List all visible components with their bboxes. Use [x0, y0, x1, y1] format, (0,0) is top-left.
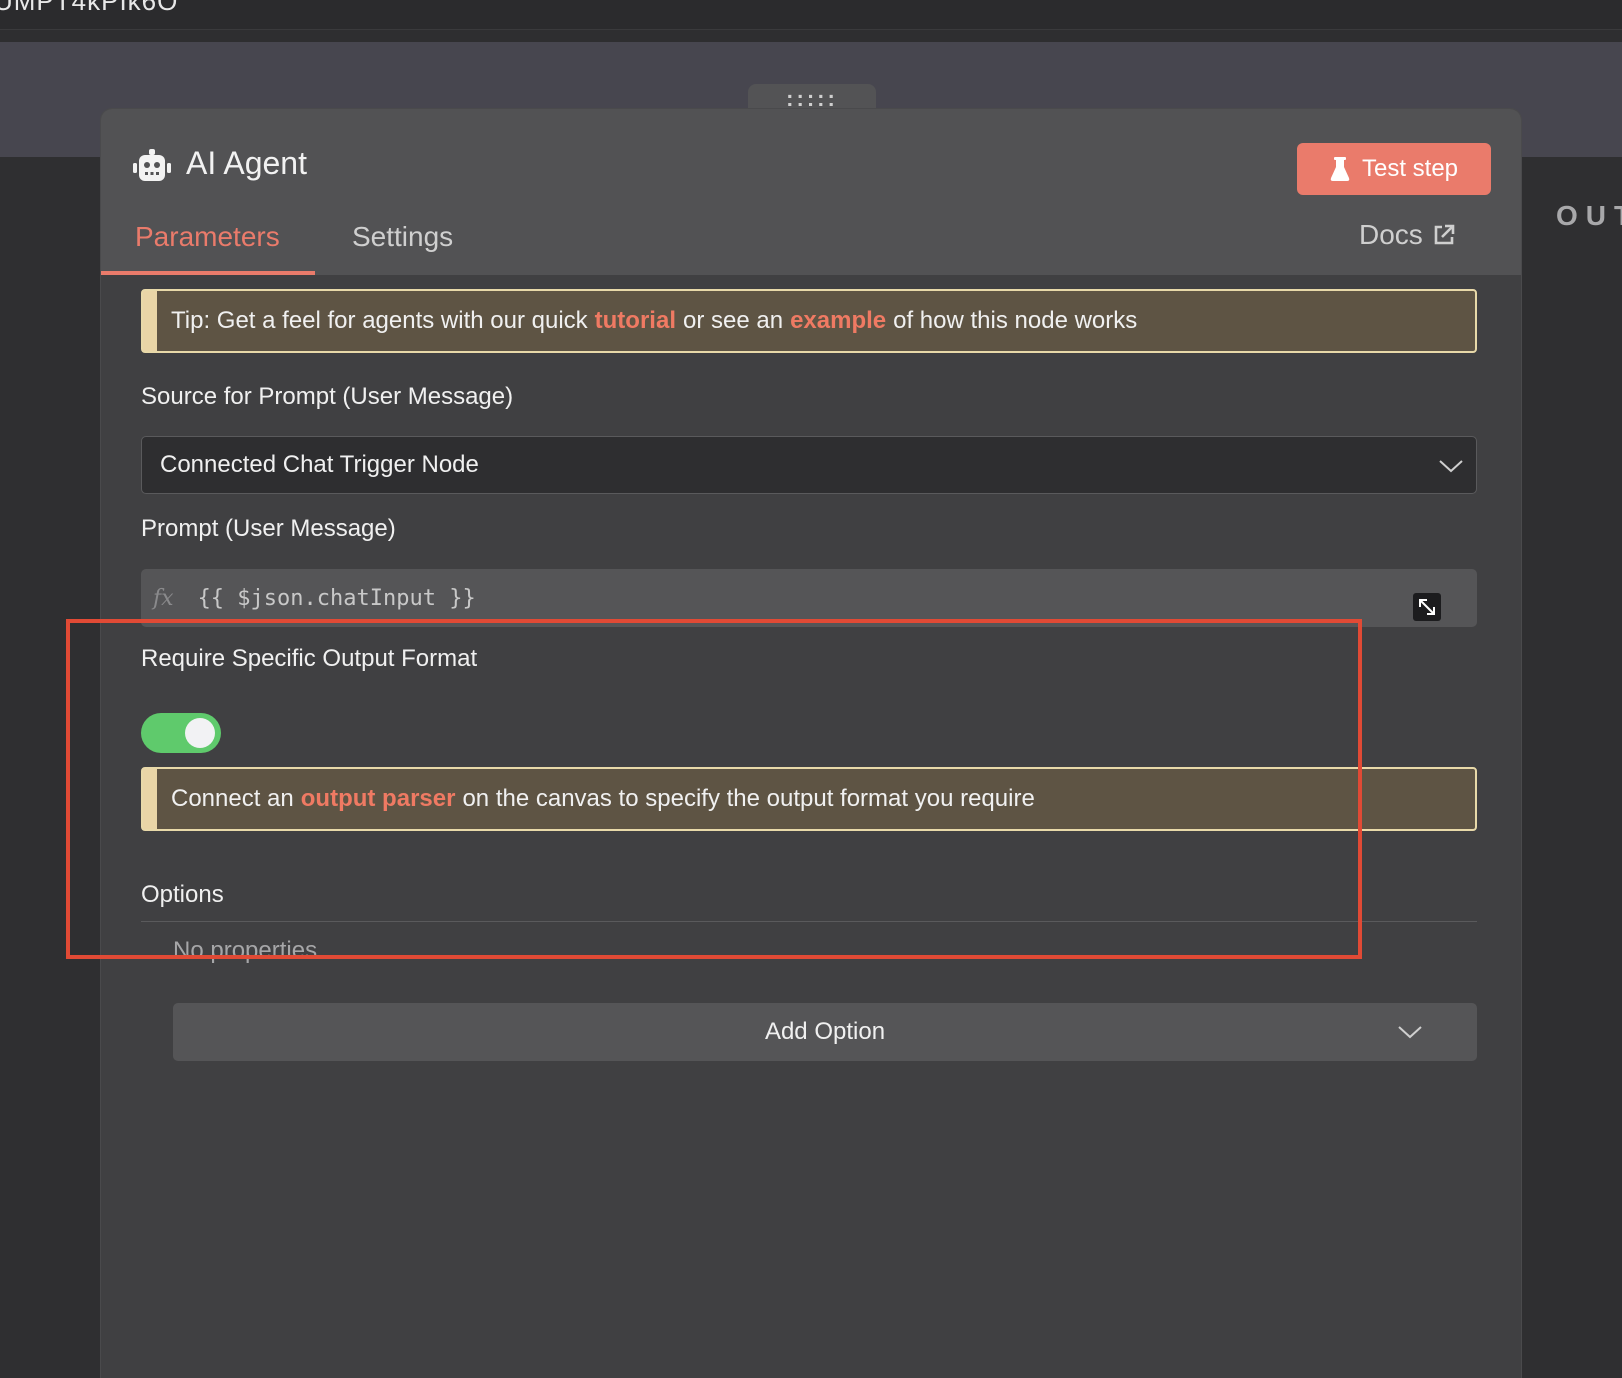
input-pane [0, 157, 100, 1378]
parser-notice-suffix: on the canvas to specify the output form… [462, 785, 1035, 812]
output-parser-callout: Connect an output parser on the canvas t… [141, 767, 1477, 831]
require-format-toggle[interactable] [141, 713, 221, 753]
panel-header: AI Agent Test step Parameters Settings D… [101, 109, 1521, 275]
tip-middle: or see an [682, 307, 784, 334]
node-title[interactable]: AI Agent [186, 145, 307, 182]
output-pane [1522, 157, 1622, 1378]
expand-editor-button[interactable] [1413, 593, 1441, 621]
workflow-name[interactable]: UMPT4kPIk6O [0, 0, 178, 17]
tab-settings[interactable]: Settings [352, 217, 453, 275]
source-prompt-select[interactable]: Connected Chat Trigger Node [141, 436, 1477, 494]
output-pane-label: OUT [1556, 200, 1622, 231]
toggle-knob [185, 718, 215, 748]
options-divider [141, 921, 1477, 922]
node-settings-panel: AI Agent Test step Parameters Settings D… [100, 108, 1522, 1378]
docs-label: Docs [1359, 219, 1423, 250]
tip-prefix: Tip: Get a feel for agents with our quic… [171, 307, 588, 334]
add-option-label: Add Option [764, 1018, 886, 1045]
active-tab-indicator [101, 271, 315, 275]
robot-icon [133, 149, 171, 181]
prompt-expression-input[interactable]: fx {{ $json.chatInput }} [141, 569, 1477, 627]
flask-icon [1330, 157, 1350, 181]
test-step-button[interactable]: Test step [1297, 143, 1491, 195]
test-step-label: Test step [1361, 155, 1459, 182]
prompt-expression-value: {{ $json.chatInput }} [197, 585, 476, 611]
external-link-icon [1434, 224, 1455, 245]
prompt-label: Prompt (User Message) [141, 515, 396, 542]
no-properties-text: No properties [173, 937, 318, 964]
example-link[interactable]: example [790, 307, 886, 335]
chevron-down-icon [1439, 460, 1463, 473]
tip-callout: Tip: Get a feel for agents with our quic… [141, 289, 1477, 353]
parser-notice-prefix: Connect an [171, 785, 294, 812]
add-option-button[interactable]: Add Option [173, 1003, 1477, 1061]
docs-link[interactable]: Docs [1359, 219, 1455, 251]
source-prompt-label: Source for Prompt (User Message) [141, 383, 514, 410]
expand-icon [1419, 599, 1435, 615]
chevron-down-icon [1398, 1026, 1422, 1039]
options-title: Options [141, 881, 224, 908]
tip-suffix: of how this node works [893, 307, 1138, 334]
tutorial-link[interactable]: tutorial [595, 307, 676, 335]
output-parser-link[interactable]: output parser [301, 785, 456, 813]
require-format-label: Require Specific Output Format [141, 645, 478, 672]
fx-icon: fx [153, 585, 174, 611]
top-bar: UMPT4kPIk6O [0, 0, 1622, 30]
source-prompt-value: Connected Chat Trigger Node [160, 451, 479, 478]
tab-parameters[interactable]: Parameters [135, 217, 280, 275]
